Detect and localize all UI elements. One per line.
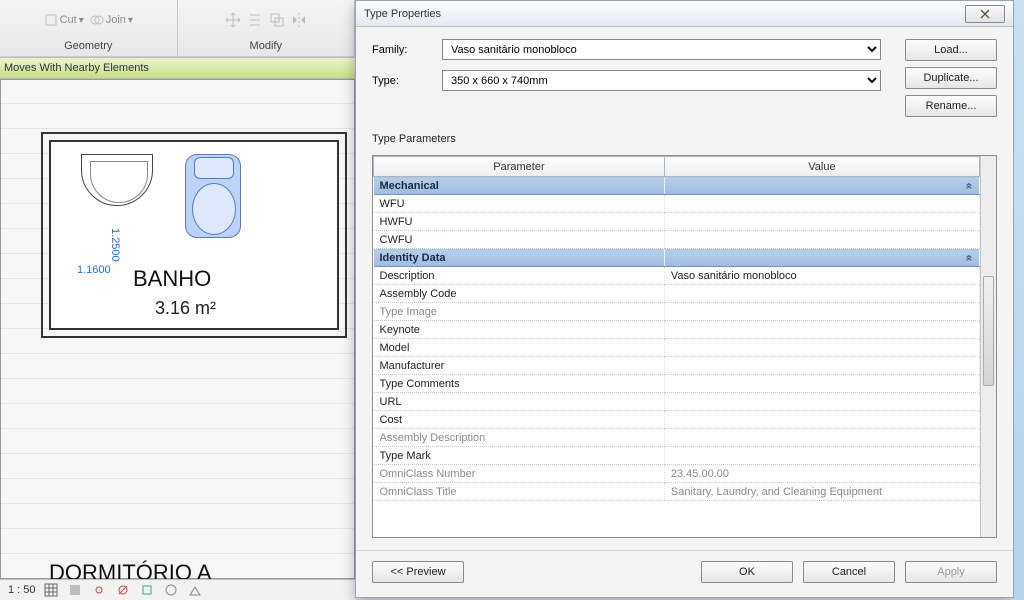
apply-button[interactable]: Apply	[905, 561, 997, 583]
row-cwfu: CWFU	[374, 231, 980, 249]
room-area: 3.16 m²	[155, 298, 216, 319]
column-value[interactable]: Value	[664, 157, 979, 177]
offset-tool[interactable]	[269, 12, 285, 28]
ribbon-panel-modify: Modify	[178, 0, 356, 56]
join-tool[interactable]: Join ▾	[90, 13, 133, 27]
shadows-icon[interactable]	[116, 583, 130, 597]
detail-level-icon[interactable]	[44, 583, 58, 597]
type-parameters-label: Type Parameters	[372, 133, 997, 145]
load-button[interactable]: Load...	[905, 39, 997, 61]
cut-icon	[44, 13, 58, 27]
desktop-background-right	[1014, 0, 1024, 600]
dialog-footer: << Preview OK Cancel Apply	[356, 550, 1013, 597]
row-description: DescriptionVaso sanitário monobloco	[374, 267, 980, 285]
ribbon: Cut ▾ Join ▾ Geometry Modify	[0, 0, 355, 57]
row-assembly-code: Assembly Code	[374, 285, 980, 303]
row-type-mark: Type Mark	[374, 447, 980, 465]
family-select[interactable]: Vaso sanitário monobloco	[442, 39, 881, 60]
row-keynote: Keynote	[374, 321, 980, 339]
cancel-button[interactable]: Cancel	[803, 561, 895, 583]
grid-scrollbar[interactable]	[980, 156, 996, 537]
cut-tool[interactable]: Cut ▾	[44, 13, 84, 27]
close-icon	[979, 9, 991, 19]
mirror-tool[interactable]	[291, 12, 307, 28]
category-mechanical[interactable]: Mechanical	[374, 177, 980, 195]
room-label[interactable]: BANHO	[133, 266, 211, 292]
visual-style-icon[interactable]	[68, 583, 82, 597]
ribbon-panel-label-geometry: Geometry	[64, 40, 112, 52]
row-model: Model	[374, 339, 980, 357]
cut-label: Cut	[60, 14, 77, 26]
dialog-title: Type Properties	[364, 8, 965, 20]
duplicate-button[interactable]: Duplicate...	[905, 67, 997, 89]
join-icon	[90, 13, 104, 27]
row-manufacturer: Manufacturer	[374, 357, 980, 375]
reveal-icon[interactable]	[188, 583, 202, 597]
align-tool[interactable]	[247, 12, 263, 28]
row-type-comments: Type Comments	[374, 375, 980, 393]
row-type-image: Type Image	[374, 303, 980, 321]
type-parameters-grid[interactable]: Parameter Value Mechanical WFU HWFU CWFU…	[373, 156, 980, 537]
scroll-thumb[interactable]	[983, 276, 994, 386]
ribbon-panel-label-modify: Modify	[250, 40, 282, 52]
row-url: URL	[374, 393, 980, 411]
options-bar-text: Moves With Nearby Elements	[4, 62, 149, 74]
close-button[interactable]	[965, 5, 1005, 23]
view-control-bar: 1 : 50	[0, 579, 355, 600]
move-icon	[225, 12, 241, 28]
row-cost: Cost	[374, 411, 980, 429]
dimension-horizontal[interactable]: 1.1600	[77, 264, 111, 276]
type-properties-dialog: Type Properties Family: Vaso sanitário m…	[355, 0, 1014, 598]
hide-icon[interactable]	[164, 583, 178, 597]
join-label: Join	[106, 14, 126, 26]
scale-label[interactable]: 1 : 50	[8, 584, 36, 596]
dialog-titlebar[interactable]: Type Properties	[356, 1, 1013, 27]
sun-path-icon[interactable]	[92, 583, 106, 597]
row-omniclass-number: OmniClass Number23.45.00.00	[374, 465, 980, 483]
offset-icon	[269, 12, 285, 28]
mirror-icon	[291, 12, 307, 28]
align-icon	[247, 12, 263, 28]
row-assembly-description: Assembly Description	[374, 429, 980, 447]
family-label: Family:	[372, 44, 432, 56]
row-omniclass-title: OmniClass TitleSanitary, Laundry, and Cl…	[374, 483, 980, 501]
crop-icon[interactable]	[140, 583, 154, 597]
row-wfu: WFU	[374, 195, 980, 213]
dimension-vertical[interactable]: 1.2500	[109, 228, 121, 262]
preview-button[interactable]: << Preview	[372, 561, 464, 583]
category-identity-data[interactable]: Identity Data	[374, 249, 980, 267]
sink-fixture[interactable]	[81, 154, 153, 206]
rename-button[interactable]: Rename...	[905, 95, 997, 117]
type-label: Type:	[372, 75, 432, 87]
ok-button[interactable]: OK	[701, 561, 793, 583]
column-parameter[interactable]: Parameter	[374, 157, 665, 177]
drawing-canvas[interactable]: 1.1600 1.2500 BANHO 3.16 m² DORMITÓRIO A	[0, 79, 355, 579]
options-bar: Moves With Nearby Elements	[0, 57, 355, 79]
toilet-fixture[interactable]	[185, 154, 241, 238]
type-select[interactable]: 350 x 660 x 740mm	[442, 70, 881, 91]
row-hwfu: HWFU	[374, 213, 980, 231]
move-tool[interactable]	[225, 12, 241, 28]
ribbon-panel-geometry: Cut ▾ Join ▾ Geometry	[0, 0, 178, 56]
